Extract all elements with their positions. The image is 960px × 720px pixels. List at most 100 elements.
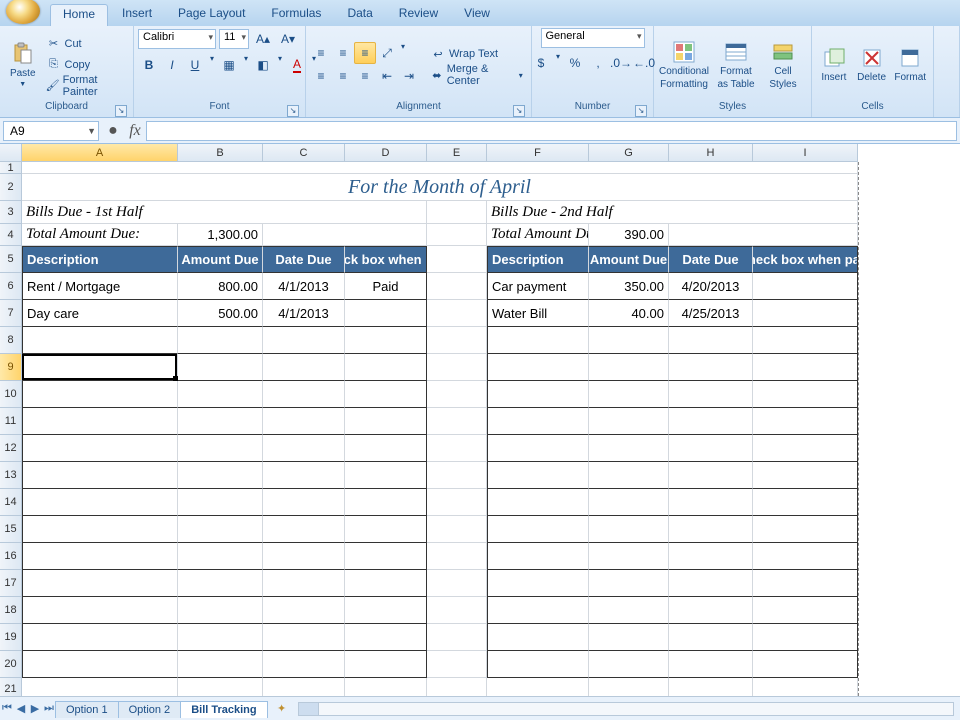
cell-date-l-10[interactable] [263,381,345,408]
align-left-button[interactable]: ≡ [310,65,332,87]
cell-paid-l-13[interactable] [345,462,427,489]
gap-18[interactable] [427,597,487,624]
orientation-dd[interactable]: ▾ [398,42,408,64]
cell-desc-l-15[interactable] [22,516,178,543]
cell-desc-r-14[interactable] [487,489,589,516]
left-total-label[interactable]: Total Amount Due: [22,224,178,246]
merge-center-button[interactable]: ⬌Merge & Center▾ [428,65,527,85]
cell-date-l-9[interactable] [263,354,345,381]
cell-paid-l-16[interactable] [345,543,427,570]
font-color-button[interactable]: A [286,54,308,76]
align-bottom-button[interactable]: ≡ [354,42,376,64]
th-paid-r[interactable]: Check box when paid [753,246,858,273]
gap-12[interactable] [427,435,487,462]
comma-button[interactable]: , [587,52,609,74]
th-date-r[interactable]: Date Due [669,246,753,273]
sheet-nav-first[interactable]: ⏮ [0,701,14,717]
cell-desc-r-21[interactable] [487,678,589,696]
cell-desc-l-19[interactable] [22,624,178,651]
fx-button[interactable]: fx [124,122,146,140]
row-header-6[interactable]: 6 [0,273,22,300]
cell-paid-r-10[interactable] [753,381,858,408]
wrap-text-button[interactable]: ↩Wrap Text [428,44,527,64]
cell-date-r-10[interactable] [669,381,753,408]
format-painter-button[interactable]: 🖌Format Painter [44,76,130,96]
tab-review[interactable]: Review [387,4,450,26]
align-right-button[interactable]: ≡ [354,65,376,87]
row-header-8[interactable]: 8 [0,327,22,354]
font-launcher[interactable]: ↘ [287,105,299,117]
merge-dd[interactable]: ▾ [516,71,525,80]
cell-amt-r-20[interactable] [589,651,669,678]
cell-amt-r-6[interactable]: 350.00 [589,273,669,300]
cell-paid-l-14[interactable] [345,489,427,516]
col-header-G[interactable]: G [589,144,669,162]
cell-paid-l-7[interactable] [345,300,427,327]
name-box[interactable]: A9▼ [3,121,99,141]
cell-date-l-15[interactable] [263,516,345,543]
number-format-select[interactable]: General [541,28,645,48]
cell-amt-l-6[interactable]: 800.00 [178,273,263,300]
cell-paid-r-19[interactable] [753,624,858,651]
font-size-select[interactable]: 11 [219,29,249,49]
th-amt-l[interactable]: Amount Due [178,246,263,273]
gap-17[interactable] [427,570,487,597]
cell-desc-l-10[interactable] [22,381,178,408]
gap-16[interactable] [427,543,487,570]
cell-amt-r-17[interactable] [589,570,669,597]
col-header-I[interactable]: I [753,144,858,162]
th-desc-r[interactable]: Description [487,246,589,273]
row-header-19[interactable]: 19 [0,624,22,651]
accounting-dd[interactable]: ▾ [553,52,563,74]
horizontal-scrollbar[interactable] [298,702,954,716]
row-header-7[interactable]: 7 [0,300,22,327]
accounting-button[interactable]: $ [530,52,552,74]
cell-desc-r-12[interactable] [487,435,589,462]
row-header-18[interactable]: 18 [0,597,22,624]
cell-paid-r-12[interactable] [753,435,858,462]
sheet-nav-next[interactable]: ▶ [28,701,42,717]
cell-paid-r-14[interactable] [753,489,858,516]
cell-paid-r-9[interactable] [753,354,858,381]
right-total-label[interactable]: Total Amount Due: [487,224,589,246]
sheet-tab-bill-tracking[interactable]: Bill Tracking [180,701,267,718]
sheet-tab-option-1[interactable]: Option 1 [55,701,119,718]
cell-date-r-15[interactable] [669,516,753,543]
row-header-17[interactable]: 17 [0,570,22,597]
alignment-launcher[interactable]: ↘ [513,105,525,117]
right-heading[interactable]: Bills Due - 2nd Half [487,201,858,224]
cut-button[interactable]: ✂Cut [44,34,130,54]
cell-amt-l-18[interactable] [178,597,263,624]
cell-desc-r-10[interactable] [487,381,589,408]
select-all-corner[interactable] [0,144,22,162]
italic-button[interactable]: I [161,54,183,76]
th-date-l[interactable]: Date Due [263,246,345,273]
cell-date-r-9[interactable] [669,354,753,381]
fill-color-button[interactable]: ◧ [252,54,274,76]
row-header-5[interactable]: 5 [0,246,22,273]
cell-amt-l-11[interactable] [178,408,263,435]
cell-paid-l-19[interactable] [345,624,427,651]
cell-amt-r-7[interactable]: 40.00 [589,300,669,327]
th-desc-l[interactable]: Description [22,246,178,273]
cell-desc-r-17[interactable] [487,570,589,597]
cell-date-l-17[interactable] [263,570,345,597]
cell-amt-l-8[interactable] [178,327,263,354]
clipboard-launcher[interactable]: ↘ [115,105,127,117]
cell-date-l-8[interactable] [263,327,345,354]
gap-19[interactable] [427,624,487,651]
cell-desc-l-21[interactable] [22,678,178,696]
cell-desc-l-16[interactable] [22,543,178,570]
worksheet-grid[interactable]: ABCDEFGHI 123456789101112131415161718192… [0,144,960,696]
copy-button[interactable]: ⎘Copy [44,55,130,75]
cell-desc-r-7[interactable]: Water Bill [487,300,589,327]
underline-dd[interactable]: ▾ [207,54,217,76]
cell-date-r-12[interactable] [669,435,753,462]
cell-paid-l-20[interactable] [345,651,427,678]
col-header-D[interactable]: D [345,144,427,162]
cell-styles-button[interactable]: CellStyles [762,32,804,98]
gap-20[interactable] [427,651,487,678]
cell-desc-l-14[interactable] [22,489,178,516]
cell-desc-r-9[interactable] [487,354,589,381]
underline-button[interactable]: U [184,54,206,76]
